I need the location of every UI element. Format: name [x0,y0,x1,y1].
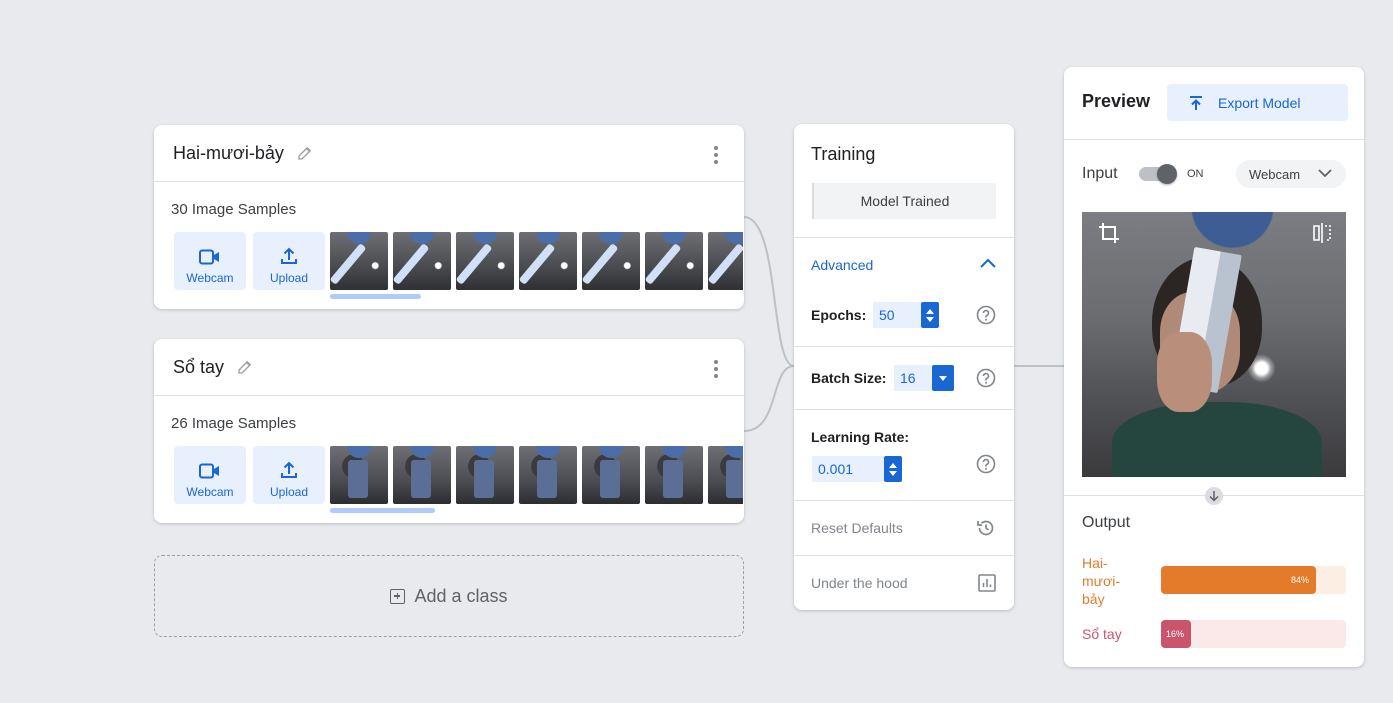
class-name[interactable]: Hai-mươi-bảy [173,143,284,164]
upload-button[interactable]: Upload [253,232,325,290]
help-icon[interactable] [976,305,996,325]
sample-thumbnails [330,446,743,504]
learning-rate-label: Learning Rate: [811,429,910,445]
sample-thumbnail[interactable] [582,232,640,290]
divider [794,409,1014,410]
class-card-header: Hai-mươi-bảy [154,125,744,182]
input-label: Input [1082,165,1118,182]
sample-thumbnail[interactable] [393,446,451,504]
sample-thumbnail[interactable] [456,446,514,504]
webcam-preview [1082,212,1346,477]
sample-thumbnail[interactable] [708,232,743,290]
learning-rate-stepper[interactable] [884,456,902,482]
output-label: Output [1082,514,1131,531]
sample-thumbnail[interactable] [519,446,577,504]
upload-button-label: Upload [269,271,309,285]
preview-title: Preview [1082,91,1151,111]
upload-icon [281,247,297,264]
confidence-percent: 84% [1291,575,1310,585]
video-camera-icon [199,249,219,265]
add-class-label: Add a class [414,585,508,606]
training-title: Training [811,144,876,164]
flip-icon[interactable] [1312,223,1332,243]
webcam-button[interactable]: Webcam [174,446,246,504]
class-name[interactable]: Sổ tay [173,357,224,378]
upload-button[interactable]: Upload [253,446,325,504]
divider [1064,139,1364,140]
samples-count: 26 Image Samples [171,415,297,432]
thumbnails-scrollbar[interactable] [330,508,435,513]
input-toggle[interactable] [1139,164,1177,184]
output-class-label: Sổ tay [1082,626,1122,642]
preview-panel: Preview Export Model Input ON Webcam Out… [1064,67,1364,667]
add-class-button[interactable]: Add a class [154,555,744,637]
thumbnails-scrollbar[interactable] [330,294,421,299]
sample-thumbnails [330,232,743,290]
pencil-icon[interactable] [296,144,314,162]
epochs-label: Epochs: [811,307,867,323]
sample-thumbnail[interactable] [645,446,703,504]
sample-thumbnail[interactable] [456,232,514,290]
upload-icon [281,461,297,478]
help-icon[interactable] [976,454,996,474]
add-box-icon [390,588,406,604]
toggle-state: ON [1187,168,1204,180]
input-source-select[interactable]: Webcam [1236,160,1346,188]
epochs-stepper[interactable] [921,302,939,328]
upload-button-label: Upload [269,485,309,499]
under-the-hood-button[interactable]: Under the hood [811,575,908,591]
learning-rate-input[interactable]: 0.001 [812,456,884,482]
train-model-button[interactable]: Model Trained [812,183,996,219]
sample-thumbnail[interactable] [330,232,388,290]
crop-icon[interactable] [1098,222,1120,244]
class-card-2: Sổ tay 26 Image Samples Webcam Upload [154,339,744,523]
confidence-bar: 84% [1161,566,1346,594]
sample-thumbnail[interactable] [393,232,451,290]
input-source-value: Webcam [1249,166,1301,182]
more-options-icon[interactable] [714,146,718,164]
export-model-button[interactable]: Export Model [1167,84,1348,121]
confidence-bar: 16% [1161,620,1346,648]
sample-thumbnail[interactable] [582,446,640,504]
divider [794,555,1014,556]
more-options-icon[interactable] [714,360,718,378]
class-card-header: Sổ tay [154,339,744,396]
batch-size-label: Batch Size: [811,370,887,386]
arrow-down-icon [1205,487,1223,505]
divider [794,237,1014,238]
bar-chart-icon[interactable] [978,574,996,592]
pencil-icon[interactable] [236,358,254,376]
class-card-1: Hai-mươi-bảy 30 Image Samples Webcam Upl… [154,125,744,309]
training-panel: Training Model Trained Advanced Epochs: … [794,124,1014,610]
webcam-button[interactable]: Webcam [174,232,246,290]
history-icon[interactable] [976,518,996,538]
epochs-input[interactable]: 50 [873,302,921,328]
sample-thumbnail[interactable] [519,232,577,290]
output-class-label: Hai- mươi- bảy [1082,555,1120,607]
sample-thumbnail[interactable] [645,232,703,290]
export-model-label: Export Model [1218,94,1301,111]
advanced-toggle[interactable]: Advanced [811,257,873,273]
divider [794,346,1014,347]
export-icon [1190,95,1202,110]
chevron-down-icon [1318,169,1332,178]
webcam-button-label: Webcam [186,271,234,285]
reset-defaults-button[interactable]: Reset Defaults [811,520,903,536]
sample-thumbnail[interactable] [330,446,388,504]
video-camera-icon [199,463,219,479]
samples-count: 30 Image Samples [171,201,297,218]
help-icon[interactable] [976,368,996,388]
sample-thumbnail[interactable] [708,446,743,504]
webcam-button-label: Webcam [186,485,234,499]
divider [794,500,1014,501]
confidence-percent: 16% [1166,629,1185,639]
chevron-up-icon[interactable] [980,258,996,268]
batch-size-dropdown[interactable] [932,365,954,391]
batch-size-select[interactable]: 16 [894,365,932,391]
